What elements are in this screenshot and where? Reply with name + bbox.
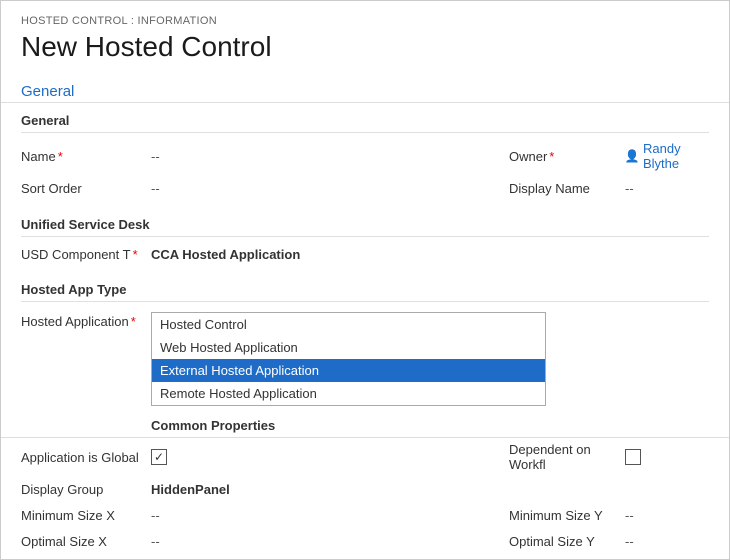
owner-name[interactable]: Randy Blythe <box>643 141 709 171</box>
field-sortorder-value: -- <box>151 181 509 196</box>
field-optsizey-label: Optimal Size Y <box>509 534 619 549</box>
field-optsizey-value: -- <box>625 534 634 549</box>
field-display-group-value: HiddenPanel <box>151 482 709 497</box>
hosted-app-row: Hosted Application* Hosted Control Web H… <box>21 306 709 410</box>
common-properties-label: Common Properties <box>21 412 709 437</box>
common-props-area: Application is Global Dependent on Workf… <box>1 438 729 554</box>
dropdown-item-3[interactable]: Remote Hosted Application <box>152 382 545 405</box>
dropdown-item-2[interactable]: External Hosted Application <box>152 359 545 382</box>
global-checkbox[interactable] <box>151 449 167 465</box>
dropdown-item-0[interactable]: Hosted Control <box>152 313 545 336</box>
field-row-display-group: Display Group HiddenPanel <box>21 476 709 502</box>
breadcrumb: HOSTED CONTROL : INFORMATION <box>1 1 729 29</box>
hosted-app-required-star: * <box>131 314 136 329</box>
dependent-checkbox[interactable] <box>625 449 641 465</box>
field-optsizex-value: -- <box>151 534 509 549</box>
owner-required-star: * <box>549 149 554 164</box>
page-title: New Hosted Control <box>1 29 729 75</box>
field-row-usd: USD Component T* CCA Hosted Application <box>21 241 709 264</box>
field-minsizey-container: Minimum Size Y -- <box>509 508 709 523</box>
field-row-sortorder-displayname: Sort Order -- Display Name -- <box>21 175 709 201</box>
field-global-value <box>151 449 509 465</box>
dropdown-container[interactable]: Hosted Control Web Hosted Application Ex… <box>151 312 546 406</box>
field-sortorder-label: Sort Order <box>21 181 151 196</box>
field-optsizex-label: Optimal Size X <box>21 534 151 549</box>
field-row-optsize: Optimal Size X -- Optimal Size Y -- <box>21 528 709 554</box>
field-name-value: -- <box>151 149 509 164</box>
field-dependent-label: Dependent on Workfl <box>509 442 619 472</box>
field-owner-container: Owner* 👤 Randy Blythe <box>509 141 709 171</box>
field-displayname-value: -- <box>625 181 634 196</box>
field-minsizey-value: -- <box>625 508 634 523</box>
field-owner-label: Owner* <box>509 149 619 164</box>
usd-required-star: * <box>133 247 138 262</box>
field-minsizey-label: Minimum Size Y <box>509 508 619 523</box>
person-icon: 👤 <box>625 149 639 163</box>
field-display-group-label: Display Group <box>21 482 151 497</box>
field-optsizey-container: Optimal Size Y -- <box>509 534 709 549</box>
field-row-name-owner: Name* -- Owner* 👤 Randy Blythe <box>21 137 709 175</box>
field-minsizex-value: -- <box>151 508 509 523</box>
field-displayname-label: Display Name <box>509 181 619 196</box>
section-general-header: General <box>1 75 729 103</box>
field-minsizex-label: Minimum Size X <box>21 508 151 523</box>
group-usd-label: Unified Service Desk <box>21 207 709 237</box>
form-area: General Name* -- Owner* 👤 Randy Blythe S… <box>1 103 729 410</box>
field-usd-value: CCA Hosted Application <box>151 247 709 262</box>
group-general-label: General <box>21 103 709 133</box>
spacer1 <box>21 264 709 272</box>
field-displayname-container: Display Name -- <box>509 181 709 196</box>
field-name-label: Name* <box>21 149 151 164</box>
name-required-star: * <box>58 149 63 164</box>
group-hosted-app-type-label: Hosted App Type <box>21 272 709 302</box>
hosted-application-label: Hosted Application* <box>21 310 151 329</box>
field-owner-value[interactable]: 👤 Randy Blythe <box>625 141 709 171</box>
field-dependent-container: Dependent on Workfl <box>509 442 709 472</box>
field-global-label: Application is Global <box>21 450 151 465</box>
page-container: HOSTED CONTROL : INFORMATION New Hosted … <box>0 0 730 560</box>
dropdown-item-1[interactable]: Web Hosted Application <box>152 336 545 359</box>
field-row-minsize: Minimum Size X -- Minimum Size Y -- <box>21 502 709 528</box>
field-usd-label: USD Component T* <box>21 247 151 262</box>
field-row-global: Application is Global Dependent on Workf… <box>21 438 709 476</box>
